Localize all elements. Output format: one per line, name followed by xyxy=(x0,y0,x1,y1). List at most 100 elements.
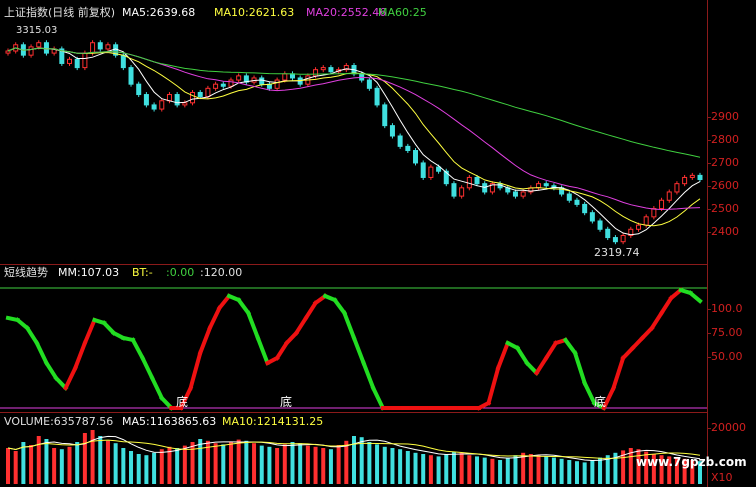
volume-bar xyxy=(398,449,403,484)
volume-bar xyxy=(75,442,80,484)
candle-body xyxy=(236,75,242,81)
trend-segment xyxy=(255,335,271,366)
volume-bar xyxy=(136,454,141,484)
indicator-bt: BT:- xyxy=(132,266,153,279)
price-tick: 2800 xyxy=(711,133,739,146)
trend-segment xyxy=(34,340,50,366)
candle-body xyxy=(582,203,588,214)
candle-body xyxy=(428,166,434,178)
volume-bar xyxy=(413,452,418,484)
candle-body xyxy=(697,174,703,181)
volume-bar xyxy=(29,445,34,484)
ma60-label: MA60:25 xyxy=(378,6,427,19)
candle-body xyxy=(205,87,211,98)
trend-segment xyxy=(486,365,501,406)
trend-segment xyxy=(82,317,98,346)
volume-bar xyxy=(52,448,57,484)
volume-bar xyxy=(405,451,410,484)
candle-body xyxy=(459,187,465,197)
trend-segment xyxy=(188,350,203,391)
trend-segment xyxy=(620,345,636,361)
candle-body xyxy=(474,176,480,185)
volume-bar xyxy=(451,451,456,484)
volume-bar xyxy=(82,433,87,484)
trend-segment xyxy=(235,297,252,316)
volume-bar xyxy=(367,442,372,484)
candle-body xyxy=(512,191,518,197)
trend-segment xyxy=(149,375,165,401)
candle-body xyxy=(190,91,196,104)
trend-segment xyxy=(293,315,309,336)
trend-segment xyxy=(524,360,540,376)
volume-bar xyxy=(244,440,249,484)
indicator-tick: 50.00 xyxy=(711,350,743,363)
volume-bar xyxy=(198,439,203,484)
bottom-marker: 底 xyxy=(594,395,607,409)
volume-bar xyxy=(221,444,226,484)
trend-segment xyxy=(610,355,626,391)
candle-body xyxy=(635,224,641,230)
candle-body xyxy=(566,193,572,201)
volume-bar xyxy=(6,448,10,484)
volume-bar xyxy=(421,454,426,484)
candle-body xyxy=(90,42,96,54)
candle-body xyxy=(605,228,611,239)
volume-bar xyxy=(182,445,187,484)
volume-bar xyxy=(344,440,349,484)
volume-bar xyxy=(336,445,341,484)
volume-bar xyxy=(551,457,556,484)
candle-body xyxy=(159,100,165,110)
volume-bar xyxy=(567,460,572,484)
volume-bar xyxy=(528,454,533,484)
chart-canvas[interactable] xyxy=(0,0,756,487)
volume-bar xyxy=(98,436,103,484)
volume-bar xyxy=(36,436,41,484)
candle-body xyxy=(28,46,34,56)
trend-segment xyxy=(72,340,88,371)
ma10-label: MA10:2621.63 xyxy=(214,6,295,19)
candle-body xyxy=(97,42,103,50)
candle-body xyxy=(136,83,142,96)
volume-bar xyxy=(67,446,72,484)
trend-segment xyxy=(370,385,386,411)
trend-segment xyxy=(543,340,559,361)
volume-bar xyxy=(282,444,287,484)
stock-chart-window: 上证指数(日线 前复权) MA5:2639.68 MA10:2621.63 MA… xyxy=(0,0,756,487)
volume-bar xyxy=(167,446,172,484)
volume-bar xyxy=(436,456,441,484)
trend-segment xyxy=(639,325,655,341)
trend-segment xyxy=(341,310,357,341)
volume-bar xyxy=(90,430,95,484)
trend-segment xyxy=(245,310,261,341)
high-price-marker: 3315.03 xyxy=(16,25,58,36)
candle-body xyxy=(643,216,649,226)
trend-segment xyxy=(581,380,597,406)
candle-body xyxy=(213,83,219,89)
indicator-value-2: :120.00 xyxy=(200,266,243,279)
candle-body xyxy=(451,183,457,197)
trend-segment xyxy=(283,330,300,346)
trend-segment xyxy=(130,337,146,361)
candle-body xyxy=(43,42,49,54)
volume-bar xyxy=(467,455,472,484)
trend-segment xyxy=(629,335,646,351)
candle-body xyxy=(228,79,234,87)
volume-bar xyxy=(267,446,272,484)
indicator-tick: 100.0 xyxy=(711,302,743,315)
trend-segment xyxy=(533,355,549,376)
candle-body xyxy=(382,104,388,127)
candle-body xyxy=(274,79,280,89)
volume-bar xyxy=(175,448,180,484)
ma20-label: MA20:2552.46 xyxy=(306,6,387,19)
volume-bar xyxy=(505,457,510,484)
candle-body xyxy=(666,191,672,201)
indicator-value-1: :0.00 xyxy=(166,266,195,279)
trend-segment xyxy=(139,355,155,381)
trend-segment xyxy=(562,337,578,356)
candle-body xyxy=(5,50,11,54)
candle-body xyxy=(151,104,157,110)
volume-bar xyxy=(121,448,126,484)
candle-body xyxy=(36,42,42,48)
bottom-marker: 底 xyxy=(280,395,293,409)
candle-body xyxy=(328,67,334,73)
